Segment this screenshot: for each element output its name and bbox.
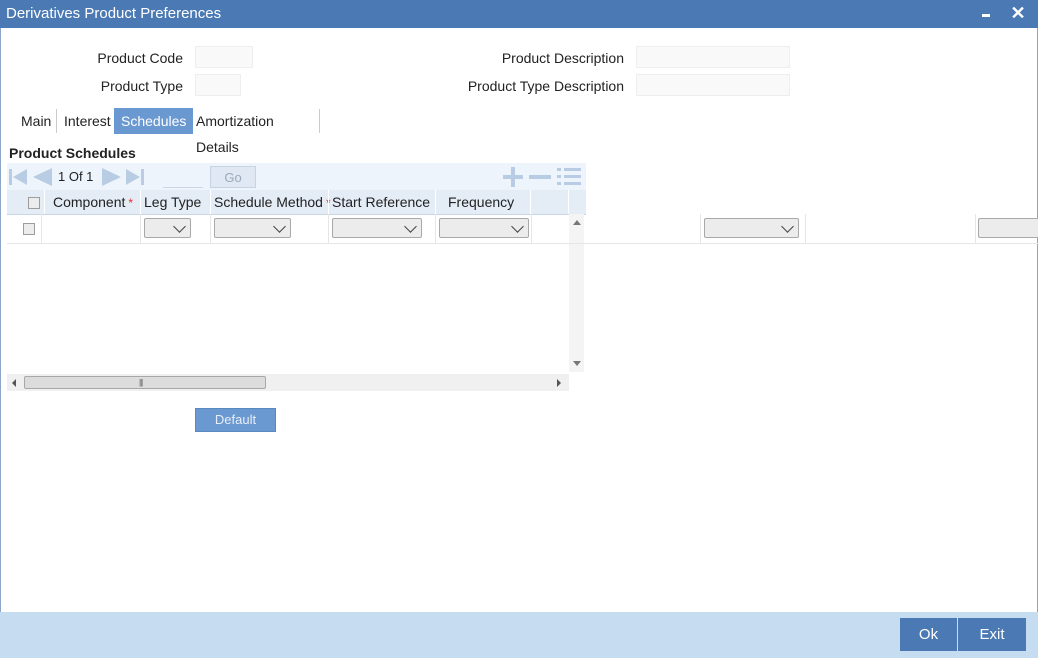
product-description-field[interactable] — [636, 46, 790, 68]
component-cell[interactable] — [43, 214, 140, 243]
cell-divider — [435, 214, 436, 243]
chevron-down-icon — [781, 220, 794, 233]
pager-text: 1 Of 1 — [58, 169, 94, 184]
table-row — [7, 214, 1038, 244]
column-header-schedule-method[interactable]: Schedule Method* — [214, 190, 331, 214]
column-divider — [568, 190, 569, 214]
product-type-description-field[interactable] — [636, 74, 790, 96]
column-header-leg-type[interactable]: Leg Type — [144, 190, 201, 214]
leg-type-select[interactable] — [144, 218, 191, 238]
grid-header-row: Component* Leg Type Schedule Method* Sta… — [7, 190, 586, 215]
tab-divider — [319, 109, 320, 133]
column-divider — [44, 190, 45, 214]
tab-amortization-details[interactable]: Amortization Details — [189, 108, 281, 155]
product-type-description-label: Product Type Description — [467, 78, 624, 94]
row-select-checkbox[interactable] — [23, 223, 35, 235]
chevron-down-icon — [404, 220, 417, 233]
column-header-label: Schedule Method — [214, 194, 323, 210]
scroll-down-icon[interactable] — [573, 361, 581, 366]
add-row-icon[interactable] — [501, 167, 525, 187]
product-description-label: Product Description — [501, 50, 624, 66]
cell-divider — [700, 214, 701, 243]
window-titlebar: Derivatives Product Preferences ✕ — [0, 0, 1038, 28]
first-page-icon[interactable] — [8, 167, 28, 187]
column-header-frequency[interactable]: Frequency — [448, 190, 514, 214]
start-reference-select[interactable] — [332, 218, 422, 238]
overflow-column-select[interactable] — [704, 218, 799, 238]
close-icon[interactable]: ✕ — [1008, 2, 1028, 24]
go-button[interactable]: Go — [210, 166, 256, 188]
cell-divider — [805, 214, 806, 243]
column-divider — [435, 190, 436, 214]
ok-button[interactable]: Ok — [900, 618, 957, 651]
previous-page-icon[interactable] — [31, 167, 53, 187]
grip-icon: ||| — [139, 378, 143, 387]
minimize-icon[interactable] — [976, 2, 996, 24]
column-divider — [328, 190, 329, 214]
page-number-input[interactable] — [163, 165, 203, 188]
schedules-grid: 1 Of 1 Go Component* Leg Type Schedule — [7, 163, 586, 391]
cell-divider — [328, 214, 329, 243]
required-marker: * — [128, 196, 134, 210]
select-all-checkbox[interactable] — [28, 197, 40, 209]
product-type-field[interactable] — [195, 74, 241, 96]
default-button[interactable]: Default — [195, 408, 276, 432]
scroll-right-icon[interactable] — [557, 379, 561, 387]
grid-toolbar: 1 Of 1 Go — [7, 163, 586, 190]
column-divider — [210, 190, 211, 214]
next-page-icon[interactable] — [101, 167, 123, 187]
cell-divider — [41, 214, 42, 243]
column-header-start-reference[interactable]: Start Reference — [332, 190, 430, 214]
tab-main[interactable]: Main — [14, 108, 58, 134]
cell-divider — [140, 214, 141, 243]
cell-divider — [531, 214, 532, 243]
cell-divider — [210, 214, 211, 243]
window-title: Derivatives Product Preferences — [6, 5, 222, 22]
product-type-label: Product Type — [100, 78, 183, 94]
delete-row-icon[interactable] — [528, 167, 552, 187]
chevron-down-icon — [273, 220, 286, 233]
horizontal-scroll-thumb[interactable]: ||| — [24, 376, 266, 389]
horizontal-scrollbar[interactable]: ||| — [7, 374, 569, 391]
exit-button[interactable]: Exit — [958, 618, 1026, 651]
column-header-label: Component — [53, 194, 126, 210]
frequency-select[interactable] — [439, 218, 529, 238]
footer-bar: Ok Exit — [0, 612, 1038, 658]
chevron-down-icon — [173, 220, 186, 233]
tab-interest[interactable]: Interest — [57, 108, 118, 134]
single-record-view-icon[interactable] — [557, 167, 582, 187]
product-code-label: Product Code — [97, 50, 183, 66]
cell-divider — [975, 214, 976, 243]
scroll-left-icon[interactable] — [12, 379, 16, 387]
overflow-column-field[interactable] — [978, 218, 1038, 238]
last-page-icon[interactable] — [125, 167, 147, 187]
column-header-component[interactable]: Component * — [53, 190, 133, 214]
chevron-down-icon — [511, 220, 524, 233]
product-code-field[interactable] — [195, 46, 253, 68]
tab-schedules[interactable]: Schedules — [114, 108, 194, 134]
section-title: Product Schedules — [9, 145, 136, 161]
column-divider — [140, 190, 141, 214]
schedule-method-select[interactable] — [214, 218, 291, 238]
column-divider — [530, 190, 531, 214]
